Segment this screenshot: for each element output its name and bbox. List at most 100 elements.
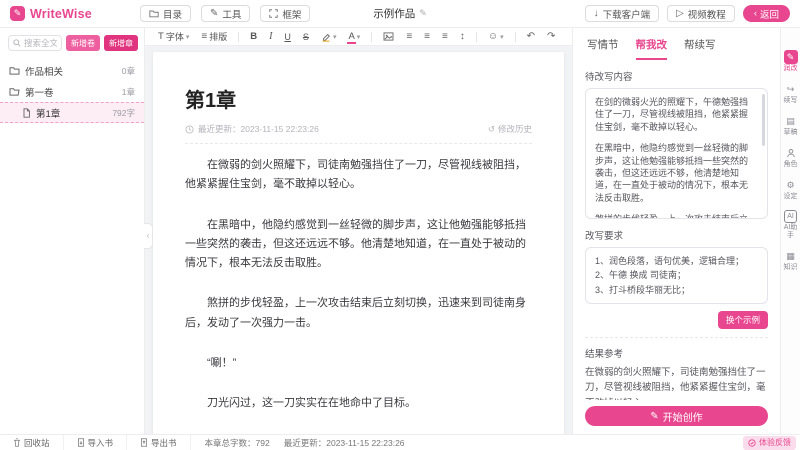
textarea-scrollbar[interactable] xyxy=(762,94,765,146)
document-page[interactable]: 第1章 最近更新：2023-11-15 22:23:26 ↺ 修改历史 在微弱的… xyxy=(153,52,564,434)
dock-label: 续写 xyxy=(782,97,800,105)
search-input[interactable] xyxy=(24,38,57,48)
requirements-textarea[interactable]: 1、润色段落，语句优美，逻辑合理； 2、午德 换成 司徒南； 3、打斗桥段华丽无… xyxy=(585,247,768,304)
source-textarea[interactable]: 在剑的微弱火光的照耀下，午德勉强挡住了一刀，尽管视线被阻挡，他紧紧握住宝剑，毫不… xyxy=(585,88,768,219)
dock-item-character[interactable]: 角色 xyxy=(782,146,800,169)
layout-dropdown[interactable]: ≡排版 xyxy=(196,29,232,45)
document-body[interactable]: 在微弱的剑火照耀下，司徒南勉强挡住了一刀，尽管视线被阻挡，他紧紧握住宝剑，毫不敢… xyxy=(185,156,532,434)
file-icon xyxy=(22,108,31,118)
paragraph: 在黑暗中，他隐约感觉到一丝轻微的脚步声，这让他勉强能够抵挡一些突然的袭击，但这还… xyxy=(185,216,532,274)
font-label: 字体 xyxy=(166,30,184,43)
frame-button[interactable]: 框架 xyxy=(260,5,310,22)
line-height-icon: ↕ xyxy=(460,31,465,42)
dock-label: 知识 xyxy=(782,264,800,272)
dock-item-ai-helper[interactable]: AI AI助手 xyxy=(782,210,800,240)
download-client-button[interactable]: ↓ 下载客户端 xyxy=(585,5,660,22)
back-label: 返回 xyxy=(760,7,779,21)
undo-button[interactable]: ↶ xyxy=(522,29,540,45)
change-example-button[interactable]: 换个示例 xyxy=(718,311,768,329)
dock-label: 设定 xyxy=(782,193,800,201)
back-button[interactable]: ‹ 返回 xyxy=(743,5,790,22)
highlight-color-button[interactable]: ▾ xyxy=(316,29,342,45)
strikethrough-button[interactable]: S xyxy=(298,29,314,45)
folder-icon xyxy=(149,9,159,18)
chapter-count: 0章 xyxy=(122,65,135,77)
strikethrough-icon: S xyxy=(303,32,309,42)
dock-item-draft[interactable]: ▤ 草稿 xyxy=(782,114,800,137)
chapter-word-count: 本章总字数：792 xyxy=(205,437,270,449)
chapter-sidebar: 新增卷 新增章 作品相关 0章 第一卷 1章 第1章 792字 xyxy=(0,28,145,434)
result-text: 在微弱的剑火照耀下，司徒南勉强挡住了一刀，尽管视线被阻挡，他紧紧握住宝剑，毫不敢… xyxy=(585,365,768,400)
highlighter-icon xyxy=(321,32,331,42)
gear-icon: ⚙ xyxy=(784,178,798,192)
word-count: 792字 xyxy=(112,107,135,119)
last-updated: 最近更新：2023-11-15 22:23:26 xyxy=(198,123,319,135)
chapter-tree: 作品相关 0章 第一卷 1章 第1章 792字 xyxy=(0,57,144,434)
video-label: 视频教程 xyxy=(688,7,726,21)
layout-label: 排版 xyxy=(209,30,227,43)
toolbar-divider xyxy=(476,32,477,42)
tree-item-work-related[interactable]: 作品相关 0章 xyxy=(0,60,144,81)
feedback-badge[interactable]: 体验反馈 xyxy=(743,436,796,450)
align-left-button[interactable]: ≡ xyxy=(401,29,417,45)
new-chapter-button[interactable]: 新增章 xyxy=(104,35,138,51)
feedback-label: 体验反馈 xyxy=(759,437,791,448)
tree-item-chapter-1[interactable]: 第1章 792字 xyxy=(0,102,144,123)
import-book-button[interactable]: 导入书 xyxy=(64,435,128,450)
emoji-button[interactable]: ☺ ▾ xyxy=(483,29,509,45)
chevron-down-icon: ▾ xyxy=(186,33,190,41)
book-icon: ▦ xyxy=(784,249,798,263)
dock-item-knowledge[interactable]: ▦ 知识 xyxy=(782,249,800,272)
dock-item-continue[interactable]: ↪ 续写 xyxy=(782,82,800,105)
dock-item-settings[interactable]: ⚙ 设定 xyxy=(782,178,800,201)
catalog-button[interactable]: 目录 xyxy=(140,5,191,22)
trash-icon xyxy=(13,438,21,447)
toolbar-divider xyxy=(371,32,372,42)
tab-rewrite[interactable]: 帮我改 xyxy=(636,37,668,60)
italic-button[interactable]: I xyxy=(264,29,277,45)
collapse-sidebar-handle[interactable]: ‹ xyxy=(144,223,153,249)
dock-label: 角色 xyxy=(782,161,800,169)
edit-title-icon[interactable]: ✎ xyxy=(419,8,427,19)
dock-label: 润改 xyxy=(782,65,800,73)
polish-icon: ✎ xyxy=(784,50,798,64)
italic-icon: I xyxy=(269,31,272,42)
catalog-label: 目录 xyxy=(163,7,182,21)
tools-button[interactable]: ✎ 工具 xyxy=(201,5,250,22)
layout-icon: ≡ xyxy=(201,31,207,42)
align-right-button[interactable]: ≡ xyxy=(437,29,453,45)
bold-button[interactable]: B xyxy=(245,29,262,45)
new-volume-button[interactable]: 新增卷 xyxy=(66,35,100,51)
recycle-bin-button[interactable]: 回收站 xyxy=(0,435,64,450)
search-icon xyxy=(13,39,21,47)
export-book-button[interactable]: 导出书 xyxy=(127,435,191,450)
font-color-button[interactable]: A ▾ xyxy=(343,29,365,45)
download-label: 下载客户端 xyxy=(603,7,651,21)
align-center-button[interactable]: ≡ xyxy=(419,29,435,45)
tab-write-plot[interactable]: 写情节 xyxy=(587,37,619,60)
smiley-icon: ☺ xyxy=(488,31,498,42)
underline-button[interactable]: U xyxy=(279,29,296,45)
tree-item-volume-1[interactable]: 第一卷 1章 xyxy=(0,81,144,102)
redo-icon: ↷ xyxy=(547,31,555,42)
import-icon xyxy=(77,438,85,447)
chevron-down-icon: ▾ xyxy=(357,33,361,41)
font-dropdown[interactable]: T字体▾ xyxy=(153,29,194,45)
start-writing-button[interactable]: ✎ 开始创作 xyxy=(585,406,768,426)
chevron-down-icon: ▾ xyxy=(500,33,504,41)
insert-image-button[interactable] xyxy=(378,29,399,45)
app-name: WriteWise xyxy=(30,7,92,21)
tree-item-label: 第一卷 xyxy=(25,85,54,99)
redo-button[interactable]: ↷ xyxy=(542,29,560,45)
source-paragraph: 在黑暗中，他隐约感觉到一丝轻微的脚步声，这让他勉强能够抵挡一些突然的袭击，但这还… xyxy=(595,142,755,204)
line-height-button[interactable]: ↕ xyxy=(455,29,470,45)
video-tutorial-button[interactable]: ▷ 视频教程 xyxy=(667,5,735,22)
download-icon: ↓ xyxy=(594,8,599,19)
editor-area: ‹ T字体▾ ≡排版 B I U S ▾ A ▾ xyxy=(145,28,572,434)
tab-continue-writing[interactable]: 帮续写 xyxy=(684,37,716,60)
result-reference-label: 结果参考 xyxy=(585,346,768,360)
dock-item-polish[interactable]: ✎ 润改 xyxy=(782,50,800,73)
toolbar-divider xyxy=(238,32,239,42)
logo-icon: ✎ xyxy=(10,6,25,21)
history-button[interactable]: ↺ 修改历史 xyxy=(488,123,532,135)
